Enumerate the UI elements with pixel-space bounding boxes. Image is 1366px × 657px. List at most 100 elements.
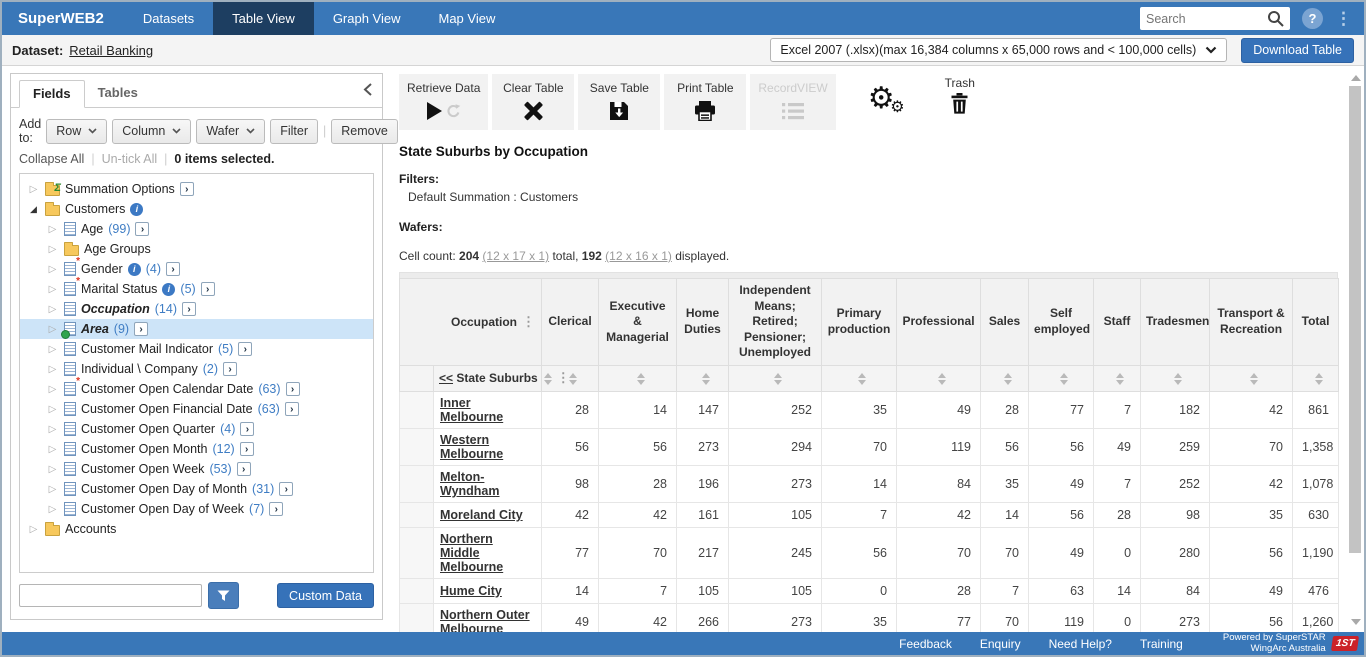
quick-add-icon[interactable]: › bbox=[201, 282, 215, 296]
sort-cell-transport-recreation[interactable] bbox=[1210, 365, 1293, 391]
quick-add-icon[interactable]: › bbox=[238, 342, 252, 356]
nav-tab-table-view[interactable]: Table View bbox=[213, 2, 314, 35]
tree-item-customer-open-week[interactable]: ▷Customer Open Week(53)› bbox=[20, 459, 373, 479]
expander-collapsed-icon[interactable]: ▷ bbox=[46, 284, 59, 295]
export-format-select[interactable]: Excel 2007 (.xlsx)(max 16,384 columns x … bbox=[770, 38, 1227, 62]
tab-fields[interactable]: Fields bbox=[19, 80, 85, 108]
add-to-column-button[interactable]: Column bbox=[112, 119, 191, 144]
quick-add-icon[interactable]: › bbox=[135, 222, 149, 236]
expander-collapsed-icon[interactable]: ▷ bbox=[46, 264, 59, 275]
sort-icon[interactable] bbox=[1250, 373, 1258, 385]
training-link[interactable]: Training bbox=[1140, 637, 1183, 651]
row-label-link[interactable]: Inner Melbourne bbox=[440, 396, 503, 424]
row-label-link[interactable]: Moreland City bbox=[440, 508, 523, 522]
help-icon[interactable]: ? bbox=[1302, 8, 1323, 29]
sort-icon[interactable] bbox=[1060, 373, 1068, 385]
field-filter-button[interactable] bbox=[208, 582, 239, 609]
expander-collapsed-icon[interactable]: ▷ bbox=[46, 364, 59, 375]
save-table-button[interactable]: Save Table bbox=[578, 74, 660, 130]
tree-item-customer-open-calendar-date[interactable]: ▷*Customer Open Calendar Date(63)› bbox=[20, 379, 373, 399]
quick-add-icon[interactable]: › bbox=[223, 362, 237, 376]
info-icon[interactable]: i bbox=[130, 203, 143, 216]
sort-icon[interactable] bbox=[858, 373, 866, 385]
column-header-self-employed[interactable]: Self employed bbox=[1029, 279, 1094, 366]
row-dimension-header[interactable]: << State Suburbs⋮ bbox=[434, 365, 542, 391]
expander-collapsed-icon[interactable]: ▷ bbox=[46, 304, 59, 315]
filter-button[interactable]: Filter bbox=[270, 119, 318, 144]
download-table-button[interactable]: Download Table bbox=[1241, 38, 1354, 63]
sort-cell-self-employed[interactable] bbox=[1029, 365, 1094, 391]
expander-collapsed-icon[interactable]: ▷ bbox=[27, 524, 40, 535]
sort-icon[interactable] bbox=[1116, 373, 1124, 385]
column-header-independent-means-retired-pensioner-unemployed[interactable]: Independent Means; Retired; Pensioner; U… bbox=[729, 279, 822, 366]
sort-icon[interactable] bbox=[1004, 373, 1012, 385]
expander-collapsed-icon[interactable]: ▷ bbox=[46, 404, 59, 415]
quick-add-icon[interactable]: › bbox=[240, 442, 254, 456]
vertical-scrollbar[interactable] bbox=[1348, 72, 1363, 628]
clear-table-button[interactable]: Clear Table bbox=[492, 74, 574, 130]
tree-item-individual-company[interactable]: ▷Individual \ Company(2)› bbox=[20, 359, 373, 379]
tree-item-marital-status[interactable]: ▷*Marital Statusi(5)› bbox=[20, 279, 373, 299]
tree-item-area[interactable]: ▷Area(9)› bbox=[20, 319, 373, 339]
tree-item-occupation[interactable]: ▷Occupation(14)› bbox=[20, 299, 373, 319]
trash-button[interactable]: Trash bbox=[945, 74, 975, 114]
sort-icon[interactable] bbox=[637, 373, 645, 385]
print-table-button[interactable]: Print Table bbox=[664, 74, 746, 130]
tree-item-summation-options[interactable]: ▷ΣSummation Options› bbox=[20, 179, 373, 199]
feedback-link[interactable]: Feedback bbox=[899, 637, 952, 651]
tree-item-customers[interactable]: ◢Customersi bbox=[20, 199, 373, 219]
tree-item-customer-mail-indicator[interactable]: ▷Customer Mail Indicator(5)› bbox=[20, 339, 373, 359]
column-menu-icon[interactable]: ⋮ bbox=[522, 314, 535, 329]
sort-cell-executive-managerial[interactable] bbox=[599, 365, 677, 391]
sort-icon[interactable] bbox=[1174, 373, 1182, 385]
row-label-link[interactable]: Western Melbourne bbox=[440, 433, 503, 461]
table-options-button[interactable]: ⚙⚙ bbox=[868, 74, 895, 114]
retrieve-data-button[interactable]: Retrieve Data bbox=[399, 74, 488, 130]
column-header-tradesmen[interactable]: Tradesmen bbox=[1141, 279, 1210, 366]
expander-collapsed-icon[interactable]: ▷ bbox=[46, 444, 59, 455]
column-header-clerical[interactable]: Clerical bbox=[542, 279, 599, 366]
expander-collapsed-icon[interactable]: ▷ bbox=[46, 244, 59, 255]
add-to-wafer-button[interactable]: Wafer bbox=[196, 119, 265, 144]
nav-tab-datasets[interactable]: Datasets bbox=[124, 2, 213, 35]
expander-open-icon[interactable]: ◢ bbox=[27, 204, 40, 215]
row-label-link[interactable]: Hume City bbox=[440, 584, 502, 598]
row-label-link[interactable]: Northern Middle Melbourne bbox=[440, 532, 503, 574]
quick-add-icon[interactable]: › bbox=[166, 262, 180, 276]
sort-cell-primary-production[interactable] bbox=[822, 365, 897, 391]
quick-add-icon[interactable]: › bbox=[269, 502, 283, 516]
sort-cell-tradesmen[interactable] bbox=[1141, 365, 1210, 391]
collapse-all-link[interactable]: Collapse All bbox=[19, 152, 84, 166]
tree-item-customer-open-day-of-month[interactable]: ▷Customer Open Day of Month(31)› bbox=[20, 479, 373, 499]
sort-icon[interactable] bbox=[938, 373, 946, 385]
cell-count-displayed-dims-link[interactable]: (12 x 16 x 1) bbox=[605, 249, 672, 263]
scroll-down-icon[interactable] bbox=[1351, 619, 1361, 625]
nav-tab-map-view[interactable]: Map View bbox=[420, 2, 515, 35]
expander-collapsed-icon[interactable]: ▷ bbox=[46, 424, 59, 435]
tree-item-customer-open-day-of-week[interactable]: ▷Customer Open Day of Week(7)› bbox=[20, 499, 373, 519]
tree-item-accounts[interactable]: ▷Accounts bbox=[20, 519, 373, 539]
tree-item-customer-open-financial-date[interactable]: ▷Customer Open Financial Date(63)› bbox=[20, 399, 373, 419]
column-header-total[interactable]: Total bbox=[1293, 279, 1339, 366]
cell-count-total-dims-link[interactable]: (12 x 17 x 1) bbox=[482, 249, 549, 263]
sort-icon[interactable] bbox=[774, 373, 782, 385]
sort-cell-sales[interactable] bbox=[981, 365, 1029, 391]
expander-collapsed-icon[interactable]: ▷ bbox=[46, 504, 59, 515]
expander-collapsed-icon[interactable]: ▷ bbox=[27, 184, 40, 195]
expander-collapsed-icon[interactable]: ▷ bbox=[46, 224, 59, 235]
tree-item-age[interactable]: ▷Age(99)› bbox=[20, 219, 373, 239]
sort-icon[interactable] bbox=[1315, 373, 1323, 385]
column-header-professional[interactable]: Professional bbox=[897, 279, 981, 366]
field-search-input[interactable] bbox=[19, 584, 202, 607]
quick-add-icon[interactable]: › bbox=[286, 382, 300, 396]
quick-add-icon[interactable]: › bbox=[237, 462, 251, 476]
quick-add-icon[interactable]: › bbox=[240, 422, 254, 436]
search-icon[interactable] bbox=[1267, 10, 1284, 27]
collapse-rows-link[interactable]: << bbox=[439, 371, 453, 385]
expander-collapsed-icon[interactable]: ▷ bbox=[46, 384, 59, 395]
untick-all-link[interactable]: Un-tick All bbox=[102, 152, 158, 166]
row-label-link[interactable]: Northern Outer Melbourne bbox=[440, 608, 530, 632]
overflow-menu-icon[interactable]: ⋮ bbox=[1335, 10, 1352, 27]
row-label-link[interactable]: Melton-Wyndham bbox=[440, 470, 500, 498]
expander-collapsed-icon[interactable]: ▷ bbox=[46, 344, 59, 355]
